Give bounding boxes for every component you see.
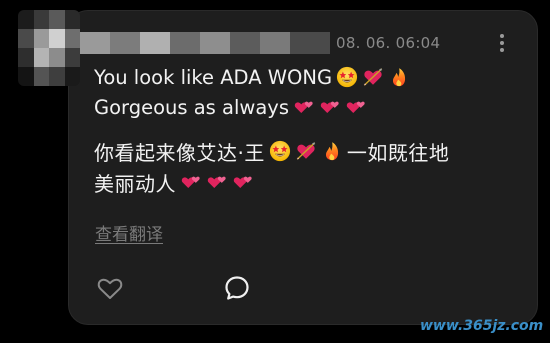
two-hearts-emoji-icon [293, 96, 315, 118]
star-struck-emoji-icon [269, 140, 291, 162]
comment-timestamp: 08. 06. 06:04 [336, 34, 441, 52]
comment-line-3: 你看起来像艾达·王 一如既往地 [94, 137, 449, 165]
two-hearts-emoji-icon [180, 171, 202, 193]
heart-with-arrow-emoji-icon [362, 66, 384, 88]
two-hearts-emoji-icon [345, 96, 367, 118]
comment-line-4: 美丽动人 [94, 168, 254, 196]
speech-bubble-icon[interactable] [221, 272, 253, 304]
comment-text-line-2: Gorgeous as always [94, 95, 290, 119]
star-struck-emoji-icon [336, 66, 358, 88]
fire-emoji-icon [388, 66, 410, 88]
heart-outline-icon[interactable] [94, 272, 126, 304]
comment-text-line-4: 美丽动人 [94, 171, 176, 196]
username-blurred[interactable] [80, 32, 330, 54]
comment-text-line-3-tail: 一如既往地 [346, 140, 450, 165]
fire-emoji-icon [321, 140, 343, 162]
avatar[interactable] [18, 10, 80, 86]
heart-with-arrow-emoji-icon [295, 140, 317, 162]
comment-screen: 08. 06. 06:04 You look like ADA WONG Gor… [0, 0, 550, 343]
comment-text-line-1: You look like ADA WONG [94, 65, 333, 89]
see-translation-link[interactable]: 查看翻译 [95, 220, 163, 245]
comment-text-line-3: 你看起来像艾达·王 [94, 140, 265, 165]
two-hearts-emoji-icon [206, 171, 228, 193]
watermark: www.365jz.com [420, 318, 544, 334]
more-options-icon[interactable] [492, 30, 512, 56]
two-hearts-emoji-icon [232, 171, 254, 193]
two-hearts-emoji-icon [319, 96, 341, 118]
comment-line-1: You look like ADA WONG [94, 63, 410, 91]
comment-line-2: Gorgeous as always [94, 93, 367, 121]
